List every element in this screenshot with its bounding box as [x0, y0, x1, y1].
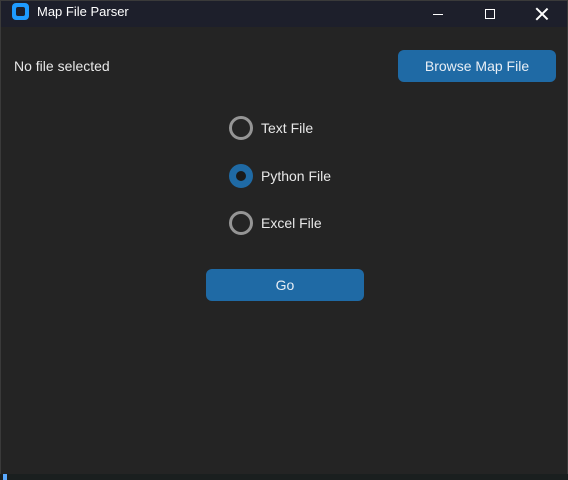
- radio-indicator[interactable]: [229, 116, 253, 140]
- window-title: Map File Parser: [37, 4, 129, 19]
- radio-label[interactable]: Python File: [261, 168, 331, 184]
- close-button[interactable]: [519, 1, 565, 27]
- radio-text-file[interactable]: Text File: [229, 115, 313, 141]
- maximize-icon: [485, 9, 495, 19]
- radio-excel-file[interactable]: Excel File: [229, 210, 322, 236]
- go-button[interactable]: Go: [206, 269, 364, 301]
- radio-indicator[interactable]: [229, 211, 253, 235]
- title-bar[interactable]: Map File Parser: [1, 1, 567, 27]
- radio-label[interactable]: Text File: [261, 120, 313, 136]
- maximize-button[interactable]: [467, 1, 513, 27]
- radio-python-file[interactable]: Python File: [229, 163, 331, 189]
- minimize-button[interactable]: [415, 1, 461, 27]
- radio-label[interactable]: Excel File: [261, 215, 322, 231]
- app-icon: [12, 3, 29, 20]
- radio-indicator[interactable]: [229, 164, 253, 188]
- browse-map-file-button[interactable]: Browse Map File: [398, 50, 556, 82]
- app-window: Map File Parser No file selected Browse …: [0, 0, 568, 480]
- close-icon: [535, 7, 549, 21]
- minimize-icon: [433, 13, 443, 15]
- file-status-label: No file selected: [14, 58, 110, 74]
- taskbar-edge: [0, 474, 568, 480]
